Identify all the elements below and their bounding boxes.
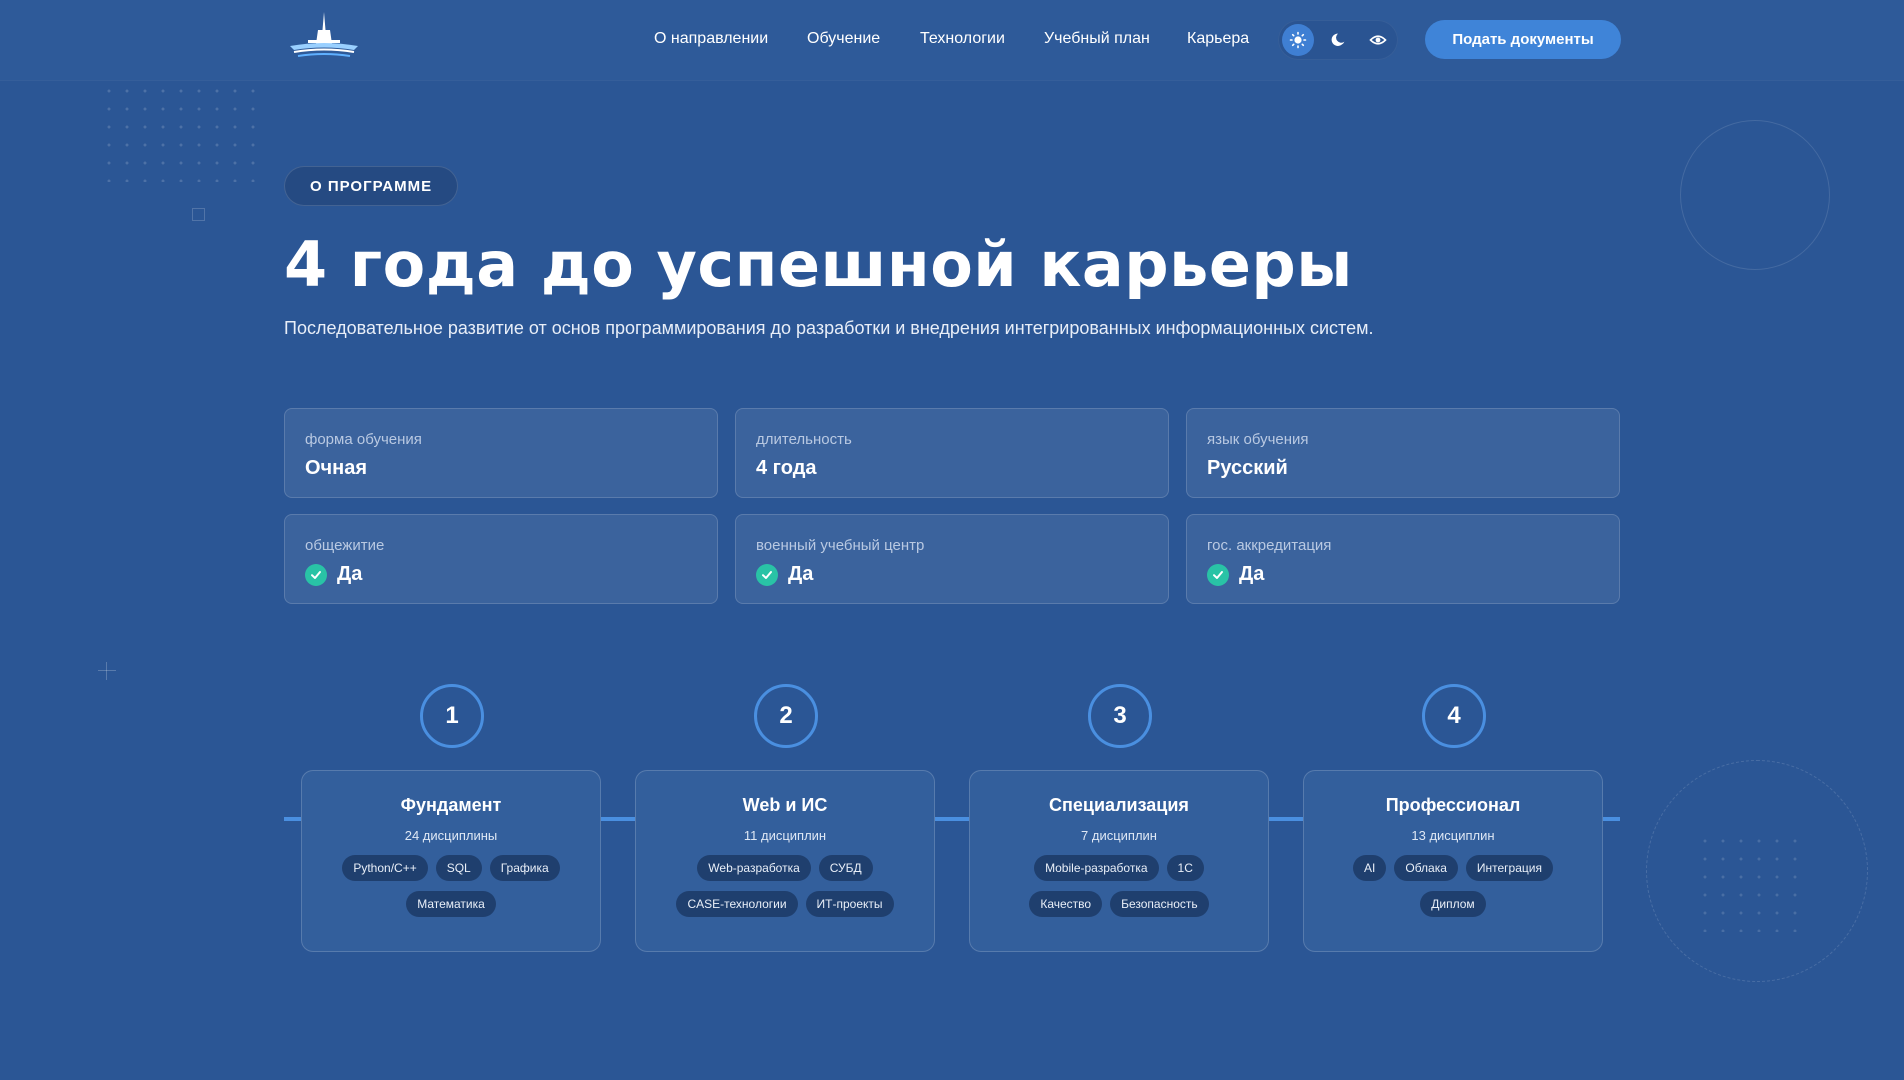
info-card-duration: длительность 4 года: [735, 408, 1169, 498]
info-label: общежитие: [305, 537, 385, 554]
theme-accessible-button[interactable]: [1362, 24, 1394, 56]
step-title: Профессионал: [1385, 795, 1521, 815]
theme-switcher: [1278, 20, 1398, 60]
step-title: Web и ИС: [742, 795, 828, 815]
info-label: форма обучения: [305, 431, 422, 448]
step-title: Фундамент: [400, 795, 502, 815]
info-value: Да: [305, 563, 362, 586]
info-label: длительность: [756, 431, 852, 448]
info-value-text: Да: [1239, 563, 1265, 585]
nav-curriculum[interactable]: Учебный план: [1044, 30, 1150, 48]
tag: Математика: [406, 891, 496, 917]
theme-light-button[interactable]: [1282, 24, 1314, 56]
step-card-professional: Профессионал 13 дисциплин AI Облака Инте…: [1303, 770, 1603, 952]
tag: СУБД: [818, 855, 873, 881]
tag: Mobile-разработка: [1034, 855, 1159, 881]
info-value: 4 года: [756, 457, 817, 479]
submit-documents-button[interactable]: Подать документы: [1425, 20, 1621, 59]
step-number: 1: [420, 684, 484, 748]
sun-icon: [1289, 31, 1307, 49]
tag: ИТ-проекты: [805, 891, 894, 917]
tag-list: AI Облака Интеграция Диплом: [1333, 855, 1573, 917]
info-card-accreditation: гос. аккредитация Да: [1186, 514, 1620, 604]
tag: SQL: [435, 855, 482, 881]
info-value: Русский: [1207, 457, 1288, 479]
check-icon: [305, 563, 327, 586]
decor-plus: [98, 662, 116, 680]
info-label: язык обучения: [1207, 431, 1309, 448]
tag-list: Web-разработка СУБД CASE-технологии ИТ-п…: [665, 855, 905, 917]
step-card-web: Web и ИС 11 дисциплин Web-разработка СУБ…: [635, 770, 935, 952]
step-count: 7 дисциплин: [1081, 828, 1157, 843]
tag: CASE-технологии: [676, 891, 798, 917]
nav-about[interactable]: О направлении: [654, 30, 768, 48]
info-label: гос. аккредитация: [1207, 537, 1332, 554]
info-value-text: Да: [788, 563, 814, 585]
decor-dots: [1696, 832, 1806, 932]
step-count: 11 дисциплин: [743, 828, 827, 843]
decor-square: [192, 208, 205, 221]
check-icon: [1207, 563, 1229, 586]
moon-icon: [1331, 33, 1345, 46]
nav-career[interactable]: Карьера: [1187, 30, 1249, 48]
info-value: Очная: [305, 457, 368, 479]
info-value: Да: [756, 563, 813, 586]
page-subtitle: Последовательное развитие от основ прогр…: [284, 318, 1374, 338]
step-card-foundation: Фундамент 24 дисциплины Python/C++ SQL Г…: [301, 770, 601, 952]
tag-list: Mobile-разработка 1С Качество Безопаснос…: [999, 855, 1239, 917]
tag: Диплом: [1420, 891, 1486, 917]
eye-icon: [1369, 35, 1387, 45]
tag-list: Python/C++ SQL Графика Математика: [331, 855, 571, 917]
tag: Безопасность: [1110, 891, 1209, 917]
tag: 1С: [1166, 855, 1204, 881]
page-title: 4 года до успешной карьеры: [284, 228, 1353, 301]
step-number: 4: [1422, 684, 1486, 748]
step-number: 2: [754, 684, 818, 748]
info-card-dormitory: общежитие Да: [284, 514, 718, 604]
info-card-language: язык обучения Русский: [1186, 408, 1620, 498]
decor-dots: [100, 82, 255, 182]
info-value: Да: [1207, 563, 1264, 586]
step-count: 24 дисциплины: [404, 828, 498, 843]
check-icon: [756, 563, 778, 586]
nav-education[interactable]: Обучение: [807, 30, 880, 48]
decor-circle: [1680, 120, 1830, 270]
info-value-text: Да: [337, 563, 363, 585]
section-badge: О ПРОГРАММЕ: [284, 166, 459, 206]
step-title: Специализация: [1049, 795, 1189, 815]
info-label: военный учебный центр: [756, 537, 925, 554]
tag: Интеграция: [1465, 855, 1553, 881]
tag: AI: [1353, 855, 1387, 881]
decor-circle-dashed: [1646, 760, 1868, 982]
tag: Python/C++: [342, 855, 428, 881]
tag: Web-разработка: [697, 855, 811, 881]
step-number: 3: [1088, 684, 1152, 748]
theme-dark-button[interactable]: [1322, 24, 1354, 56]
tag: Облака: [1394, 855, 1458, 881]
step-count: 13 дисциплин: [1411, 828, 1495, 843]
tag: Графика: [489, 855, 560, 881]
site-header: О направлении Обучение Технологии Учебны…: [0, 0, 1904, 80]
info-card-military-center: военный учебный центр Да: [735, 514, 1169, 604]
nav-technologies[interactable]: Технологии: [920, 30, 1005, 48]
tag: Качество: [1029, 891, 1103, 917]
step-card-specialization: Специализация 7 дисциплин Mobile-разрабо…: [969, 770, 1269, 952]
info-card-study-form: форма обучения Очная: [284, 408, 718, 498]
